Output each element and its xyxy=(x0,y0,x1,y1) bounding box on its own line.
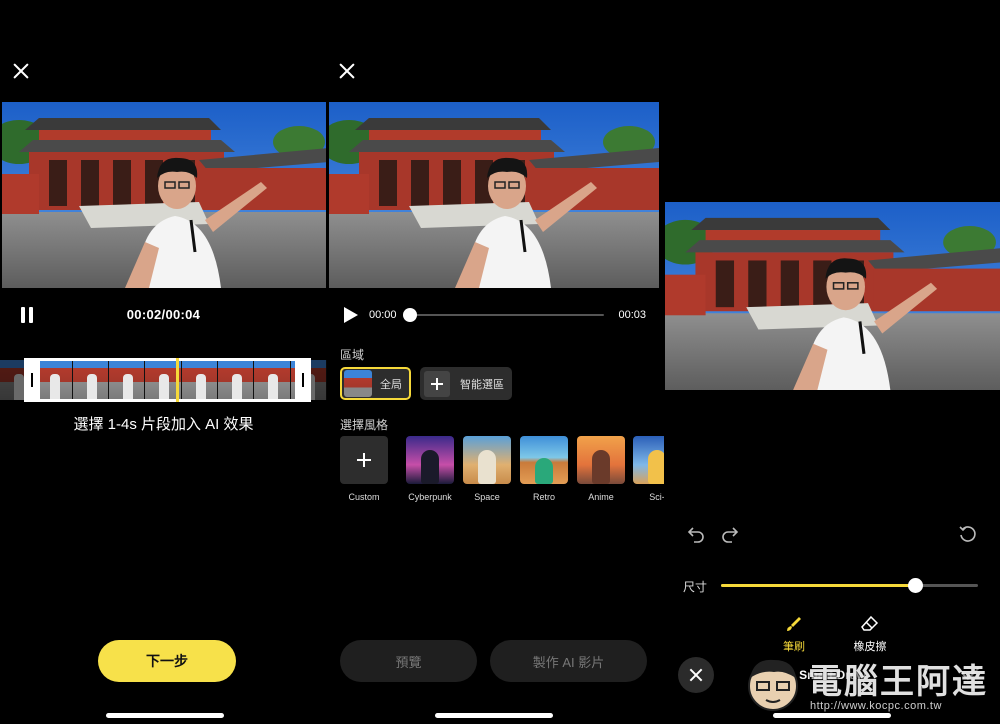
video-preview xyxy=(2,102,326,288)
trim-start-handle[interactable] xyxy=(24,358,40,402)
seek-knob[interactable] xyxy=(403,308,417,322)
home-indicator xyxy=(435,713,553,718)
style-label: Sci- xyxy=(649,492,664,502)
video-preview xyxy=(329,102,659,288)
home-indicator xyxy=(106,713,224,718)
undo-icon[interactable] xyxy=(686,524,706,544)
style-item-scifi[interactable]: Sci- xyxy=(633,436,664,502)
brush-size-fill xyxy=(721,584,917,587)
anime-thumbnail xyxy=(577,436,625,484)
region-smart-button[interactable]: 智能選區 xyxy=(420,367,512,400)
style-heading: 選擇風格 xyxy=(340,418,389,432)
redo-icon[interactable] xyxy=(720,524,740,544)
cyberpunk-thumbnail xyxy=(406,436,454,484)
brush-icon xyxy=(787,617,801,631)
retro-thumbnail xyxy=(520,436,568,484)
watermark-url: http://www.kocpc.com.tw xyxy=(810,700,942,712)
next-button[interactable]: 下一步 xyxy=(98,640,236,682)
brush-tool[interactable]: 筆刷 xyxy=(769,615,819,654)
smart-draw-panel: 尺寸 筆刷 橡皮擦 Smart Draw xyxy=(665,0,1000,724)
style-item-retro[interactable]: Retro xyxy=(520,436,568,502)
style-panel: 00:00 00:03 區域 全局 智能選區 選擇風格 Custom Cyber… xyxy=(328,0,664,724)
watermark: 電腦王阿達 http://www.kocpc.com.tw xyxy=(740,650,998,722)
current-time: 00:00 xyxy=(369,309,397,321)
mascot-logo xyxy=(748,659,798,711)
eraser-icon xyxy=(861,615,879,631)
region-smart-label: 智能選區 xyxy=(460,378,504,391)
region-thumbnail xyxy=(344,370,372,397)
trim-hint: 選擇 1-4s 片段加入 AI 效果 xyxy=(73,416,254,433)
scifi-thumbnail xyxy=(633,436,664,484)
watermark-text: 電腦王阿達 xyxy=(808,662,988,702)
region-all-button[interactable]: 全局 xyxy=(340,367,411,400)
eraser-tool[interactable]: 橡皮擦 xyxy=(845,615,895,654)
region-heading: 區域 xyxy=(340,348,365,362)
style-item-space[interactable]: Space xyxy=(463,436,511,502)
video-preview[interactable] xyxy=(665,202,1000,390)
playback-time: 00:02/00:04 xyxy=(126,307,201,322)
style-item-anime[interactable]: Anime xyxy=(577,436,625,502)
seek-bar[interactable] xyxy=(410,314,604,316)
brush-size-knob[interactable] xyxy=(908,578,924,593)
close-icon[interactable] xyxy=(9,59,33,83)
make-ai-video-button[interactable]: 製作 AI 影片 xyxy=(490,640,647,682)
end-time: 00:03 xyxy=(618,309,646,321)
preview-button[interactable]: 預覽 xyxy=(340,640,477,682)
size-label: 尺寸 xyxy=(683,580,708,594)
plus-icon xyxy=(424,370,450,397)
reset-icon[interactable] xyxy=(958,524,978,544)
style-label: Custom xyxy=(348,492,380,502)
trim-end-handle[interactable] xyxy=(295,358,311,402)
play-icon[interactable] xyxy=(344,307,358,323)
close-icon[interactable] xyxy=(335,59,359,83)
trim-panel: 00:02/00:04 選擇 1-4s 片段加入 AI 效果 下一步 xyxy=(0,0,327,724)
style-list: Custom Cyberpunk Space Retro Anime Sci- xyxy=(340,436,664,516)
playhead[interactable] xyxy=(176,358,179,402)
trim-selection xyxy=(24,358,311,402)
style-item-custom[interactable]: Custom xyxy=(340,436,388,502)
plus-icon xyxy=(340,436,388,484)
style-item-cyberpunk[interactable]: Cyberpunk xyxy=(406,436,454,502)
region-all-label: 全局 xyxy=(380,378,402,391)
space-thumbnail xyxy=(463,436,511,484)
